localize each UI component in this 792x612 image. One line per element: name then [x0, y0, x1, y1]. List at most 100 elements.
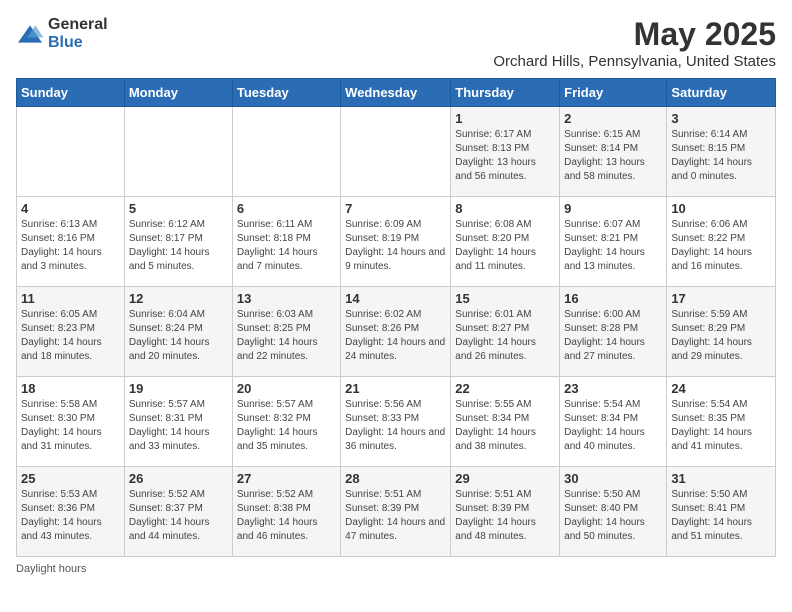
day-info: Sunrise: 6:07 AM Sunset: 8:21 PM Dayligh… [564, 218, 662, 274]
day-info: Sunrise: 5:50 AM Sunset: 8:40 PM Dayligh… [564, 488, 662, 544]
day-number: 20 [237, 381, 336, 396]
calendar-cell [17, 107, 125, 197]
calendar-cell: 12Sunrise: 6:04 AM Sunset: 8:24 PM Dayli… [124, 287, 232, 377]
header-day-thursday: Thursday [451, 79, 560, 107]
logo-icon [16, 24, 44, 44]
day-number: 26 [129, 471, 228, 486]
day-info: Sunrise: 6:02 AM Sunset: 8:26 PM Dayligh… [345, 308, 446, 364]
day-number: 11 [21, 291, 120, 306]
calendar-cell: 27 Sunrise: 5:52 AM Sunset: 8:38 PM Dayli… [232, 467, 340, 557]
calendar-cell: 5Sunrise: 6:12 AM Sunset: 8:17 PM Daylig… [124, 197, 232, 287]
calendar-cell [232, 107, 340, 197]
calendar-cell: 23 Sunrise: 5:54 AM Sunset: 8:34 PM Dayli… [560, 377, 667, 467]
calendar-cell: 4Sunrise: 6:13 AM Sunset: 8:16 PM Daylig… [17, 197, 125, 287]
day-info: Sunrise: 5:53 AM Sunset: 8:36 PM Dayligh… [21, 488, 120, 544]
calendar-cell: 13 Sunrise: 6:03 AM Sunset: 8:25 PM Dayli… [232, 287, 340, 377]
day-info: Sunrise: 6:09 AM Sunset: 8:19 PM Dayligh… [345, 218, 446, 274]
day-info: Sunrise: 5:57 AM Sunset: 8:32 PM Dayligh… [237, 398, 336, 454]
calendar-cell: 17Sunrise: 5:59 AM Sunset: 8:29 PM Dayli… [667, 287, 776, 377]
calendar-cell: 30 Sunrise: 5:50 AM Sunset: 8:40 PM Dayli… [560, 467, 667, 557]
calendar-cell: 25Sunrise: 5:53 AM Sunset: 8:36 PM Dayli… [17, 467, 125, 557]
day-number: 12 [129, 291, 228, 306]
calendar-header: SundayMondayTuesdayWednesdayThursdayFrid… [17, 79, 776, 107]
day-info: Sunrise: 6:08 AM Sunset: 8:20 PM Dayligh… [455, 218, 555, 274]
calendar-cell: 3 Sunrise: 6:14 AM Sunset: 8:15 PM Daylig… [667, 107, 776, 197]
week-row-2: 4Sunrise: 6:13 AM Sunset: 8:16 PM Daylig… [17, 197, 776, 287]
day-info: Sunrise: 6:17 AM Sunset: 8:13 PM Dayligh… [455, 128, 555, 184]
day-number: 29 [455, 471, 555, 486]
calendar-cell: 20 Sunrise: 5:57 AM Sunset: 8:32 PM Dayli… [232, 377, 340, 467]
header-day-saturday: Saturday [667, 79, 776, 107]
calendar-cell: 22 Sunrise: 5:55 AM Sunset: 8:34 PM Dayli… [451, 377, 560, 467]
day-info: Sunrise: 5:56 AM Sunset: 8:33 PM Dayligh… [345, 398, 446, 454]
day-info: Sunrise: 5:50 AM Sunset: 8:41 PM Dayligh… [671, 488, 771, 544]
calendar-cell: 2Sunrise: 6:15 AM Sunset: 8:14 PM Daylig… [560, 107, 667, 197]
day-info: Sunrise: 5:52 AM Sunset: 8:37 PM Dayligh… [129, 488, 228, 544]
day-info: Sunrise: 6:05 AM Sunset: 8:23 PM Dayligh… [21, 308, 120, 364]
logo-general: General [48, 16, 108, 33]
header-day-wednesday: Wednesday [341, 79, 451, 107]
day-info: Sunrise: 6:11 AM Sunset: 8:18 PM Dayligh… [237, 218, 336, 274]
calendar-cell: 8 Sunrise: 6:08 AM Sunset: 8:20 PM Daylig… [451, 197, 560, 287]
day-number: 21 [345, 381, 446, 396]
day-info: Sunrise: 6:06 AM Sunset: 8:22 PM Dayligh… [671, 218, 771, 274]
day-info: Sunrise: 5:54 AM Sunset: 8:35 PM Dayligh… [671, 398, 771, 454]
day-info: Sunrise: 6:00 AM Sunset: 8:28 PM Dayligh… [564, 308, 662, 364]
day-info: Sunrise: 5:52 AM Sunset: 8:38 PM Dayligh… [237, 488, 336, 544]
month-title: May 2025 [493, 16, 776, 53]
day-number: 14 [345, 291, 446, 306]
header-day-sunday: Sunday [17, 79, 125, 107]
calendar-cell: 14 Sunrise: 6:02 AM Sunset: 8:26 PM Dayli… [341, 287, 451, 377]
day-info: Sunrise: 5:51 AM Sunset: 8:39 PM Dayligh… [345, 488, 446, 544]
day-info: Sunrise: 5:55 AM Sunset: 8:34 PM Dayligh… [455, 398, 555, 454]
day-info: Sunrise: 6:14 AM Sunset: 8:15 PM Dayligh… [671, 128, 771, 184]
day-number: 15 [455, 291, 555, 306]
day-number: 1 [455, 111, 555, 126]
day-number: 2 [564, 111, 662, 126]
day-number: 16 [564, 291, 662, 306]
calendar-cell [124, 107, 232, 197]
calendar-cell [341, 107, 451, 197]
day-info: Sunrise: 5:57 AM Sunset: 8:31 PM Dayligh… [129, 398, 228, 454]
location-title: Orchard Hills, Pennsylvania, United Stat… [493, 53, 776, 70]
day-number: 28 [345, 471, 446, 486]
day-number: 30 [564, 471, 662, 486]
day-info: Sunrise: 5:54 AM Sunset: 8:34 PM Dayligh… [564, 398, 662, 454]
calendar-cell: 19 Sunrise: 5:57 AM Sunset: 8:31 PM Dayli… [124, 377, 232, 467]
footer-text: Daylight hours [16, 563, 86, 575]
day-number: 31 [671, 471, 771, 486]
calendar-cell: 21 Sunrise: 5:56 AM Sunset: 8:33 PM Dayli… [341, 377, 451, 467]
calendar-cell: 28 Sunrise: 5:51 AM Sunset: 8:39 PM Dayli… [341, 467, 451, 557]
day-number: 6 [237, 201, 336, 216]
calendar-cell: 11 Sunrise: 6:05 AM Sunset: 8:23 PM Dayli… [17, 287, 125, 377]
day-number: 5 [129, 201, 228, 216]
calendar-cell: 16 Sunrise: 6:00 AM Sunset: 8:28 PM Dayli… [560, 287, 667, 377]
day-number: 22 [455, 381, 555, 396]
day-number: 3 [671, 111, 771, 126]
week-row-1: 1 Sunrise: 6:17 AM Sunset: 8:13 PM Daylig… [17, 107, 776, 197]
day-info: Sunrise: 6:13 AM Sunset: 8:16 PM Dayligh… [21, 218, 120, 274]
day-number: 19 [129, 381, 228, 396]
title-block: May 2025 Orchard Hills, Pennsylvania, Un… [493, 16, 776, 70]
calendar-body: 1 Sunrise: 6:17 AM Sunset: 8:13 PM Daylig… [17, 107, 776, 557]
header-day-monday: Monday [124, 79, 232, 107]
calendar-cell: 1 Sunrise: 6:17 AM Sunset: 8:13 PM Daylig… [451, 107, 560, 197]
header-row: SundayMondayTuesdayWednesdayThursdayFrid… [17, 79, 776, 107]
day-info: Sunrise: 6:03 AM Sunset: 8:25 PM Dayligh… [237, 308, 336, 364]
day-number: 24 [671, 381, 771, 396]
day-number: 9 [564, 201, 662, 216]
day-number: 27 [237, 471, 336, 486]
calendar-cell: 29Sunrise: 5:51 AM Sunset: 8:39 PM Dayli… [451, 467, 560, 557]
calendar-cell: 6 Sunrise: 6:11 AM Sunset: 8:18 PM Daylig… [232, 197, 340, 287]
day-number: 8 [455, 201, 555, 216]
day-number: 7 [345, 201, 446, 216]
logo-blue: Blue [48, 34, 83, 51]
week-row-5: 25Sunrise: 5:53 AM Sunset: 8:36 PM Dayli… [17, 467, 776, 557]
page-header: General Blue May 2025 Orchard Hills, Pen… [16, 16, 776, 70]
logo: General Blue [16, 16, 108, 52]
day-info: Sunrise: 5:58 AM Sunset: 8:30 PM Dayligh… [21, 398, 120, 454]
day-number: 23 [564, 381, 662, 396]
day-number: 13 [237, 291, 336, 306]
header-day-tuesday: Tuesday [232, 79, 340, 107]
week-row-4: 18Sunrise: 5:58 AM Sunset: 8:30 PM Dayli… [17, 377, 776, 467]
